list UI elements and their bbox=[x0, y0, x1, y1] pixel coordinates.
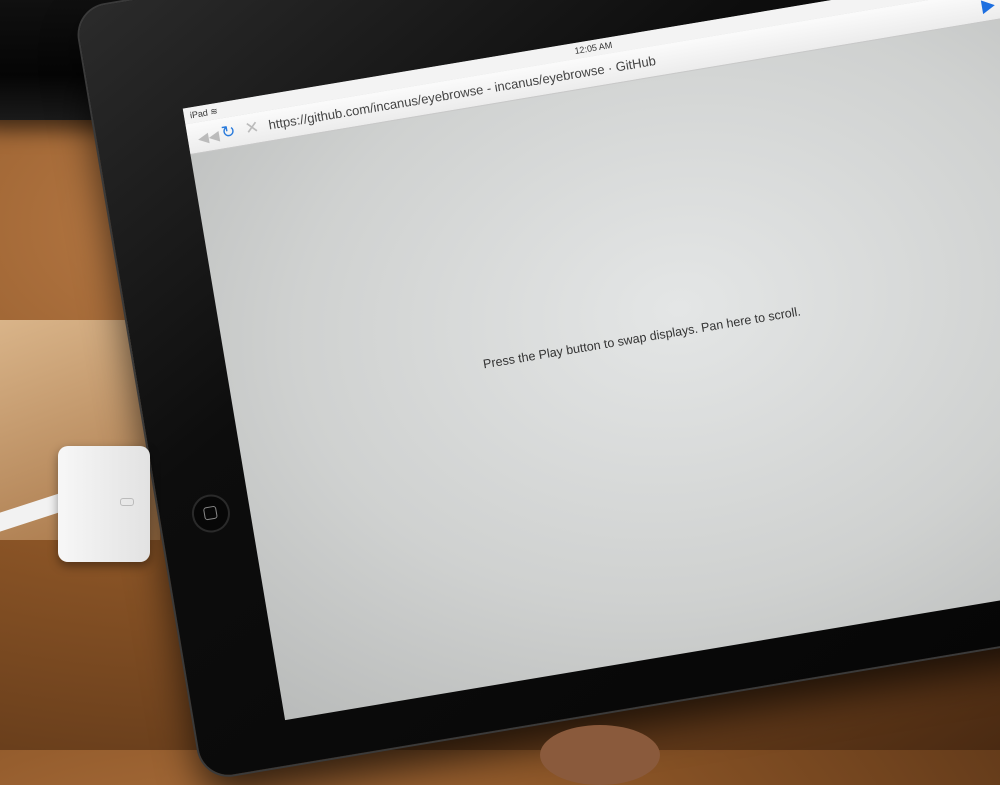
dock-connector bbox=[58, 446, 150, 562]
ipad-device: iPad ≋ 12:05 AM ☾ ◉ ➤ ▮ ◀◀ ↻ ✕ https://g… bbox=[75, 0, 1000, 780]
home-square-icon bbox=[202, 505, 218, 521]
back-icon[interactable]: ◀◀ bbox=[197, 127, 221, 147]
stop-icon[interactable]: ✕ bbox=[243, 117, 260, 139]
play-icon[interactable] bbox=[980, 0, 996, 15]
browser-toolbar: ◀◀ ↻ ✕ https://github.com/incanus/eyebro… bbox=[185, 0, 1000, 155]
ipad-screen: iPad ≋ 12:05 AM ☾ ◉ ➤ ▮ ◀◀ ↻ ✕ https://g… bbox=[182, 0, 1000, 721]
finger bbox=[540, 725, 660, 785]
reload-icon[interactable]: ↻ bbox=[220, 121, 237, 143]
instruction-message[interactable]: Press the Play button to swap displays. … bbox=[231, 263, 1000, 414]
url-field[interactable]: https://github.com/incanus/eyebrowse - i… bbox=[267, 17, 862, 136]
connector-icon bbox=[120, 498, 134, 506]
home-button[interactable] bbox=[189, 491, 233, 536]
